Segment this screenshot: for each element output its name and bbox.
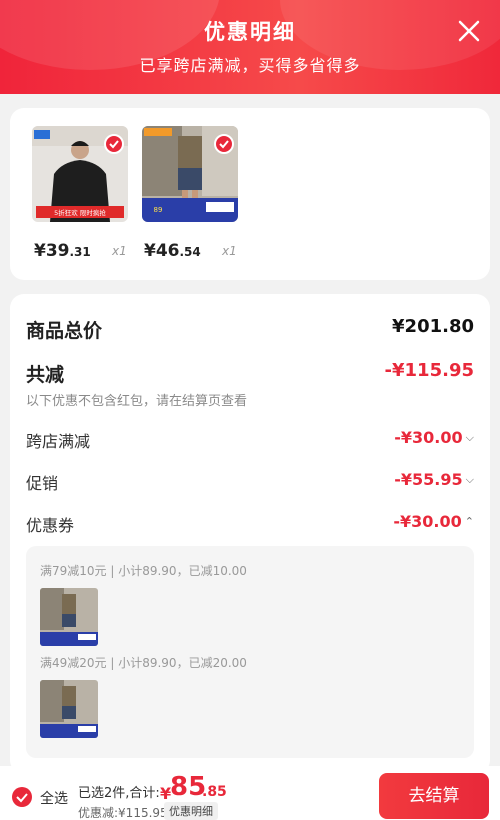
saved-amount: 优惠减:¥115.95 <box>78 806 168 820</box>
total-amount-int: 85 <box>170 772 207 802</box>
close-icon <box>458 20 480 42</box>
selected-summary: 已选2件,合计: <box>78 786 160 801</box>
svg-text:5折狂欢 限时疯抢: 5折狂欢 限时疯抢 <box>54 208 106 217</box>
chevron-up-icon: ⌃ <box>464 515 474 528</box>
discount-note: 以下优惠不包含红包，请在结算页查看 <box>26 394 248 409</box>
total-amount-dec: .85 <box>202 784 227 800</box>
checkout-button[interactable]: 去结算 <box>379 773 489 819</box>
coupon-rule-text: 满49减20元 | 小计89.90，已减20.00 <box>40 656 247 670</box>
chevron-down-icon: ⌵ <box>465 431 474 444</box>
page-subtitle: 已享跨店满减，买得多省得多 <box>139 56 361 75</box>
product-price: ¥39.31 <box>34 241 91 261</box>
coupon-rule-text: 满79减10元 | 小计89.90，已减10.00 <box>40 564 247 578</box>
select-all-label[interactable]: 全选 <box>40 788 68 808</box>
select-all-checkbox[interactable] <box>12 787 32 807</box>
page-title: 优惠明细 <box>204 20 296 44</box>
discount-detail-card: 商品总价 ¥201.80 共减 -¥115.95 以下优惠不包含红包，请在结算页… <box>10 294 490 774</box>
close-button[interactable] <box>456 18 482 44</box>
checkout-bar: 全选 已选2件,合计: ¥ 85 .85 优惠减:¥115.95 优惠明细 去结… <box>0 766 500 820</box>
chevron-down-icon: ⌵ <box>465 473 474 486</box>
total-price-label: 商品总价 <box>26 320 103 342</box>
selected-products-card: 5折狂欢 限时疯抢 ¥39.31 x1 89 ¥46.54 x1 <box>10 108 490 280</box>
header: 优惠明细 已享跨店满减，买得多省得多 <box>0 0 500 94</box>
coupon-product-image <box>40 588 98 646</box>
discount-detail-button[interactable]: 优惠明细 <box>164 802 218 820</box>
product-price: ¥46.54 <box>144 241 201 261</box>
coupon-product-image <box>40 680 98 738</box>
svg-text:89: 89 <box>154 206 163 214</box>
product-qty: x1 <box>112 244 127 258</box>
selected-check-icon[interactable] <box>104 134 124 154</box>
total-reduce-label: 共减 <box>26 364 65 386</box>
coupon-detail-panel: 满79减10元 | 小计89.90，已减10.00 满49减20元 | 小计89… <box>26 546 474 758</box>
check-icon <box>16 793 28 803</box>
selected-check-icon[interactable] <box>214 134 234 154</box>
total-reduce-value: -¥115.95 <box>384 360 474 381</box>
total-price-value: ¥201.80 <box>392 316 474 337</box>
product-qty: x1 <box>222 244 237 258</box>
